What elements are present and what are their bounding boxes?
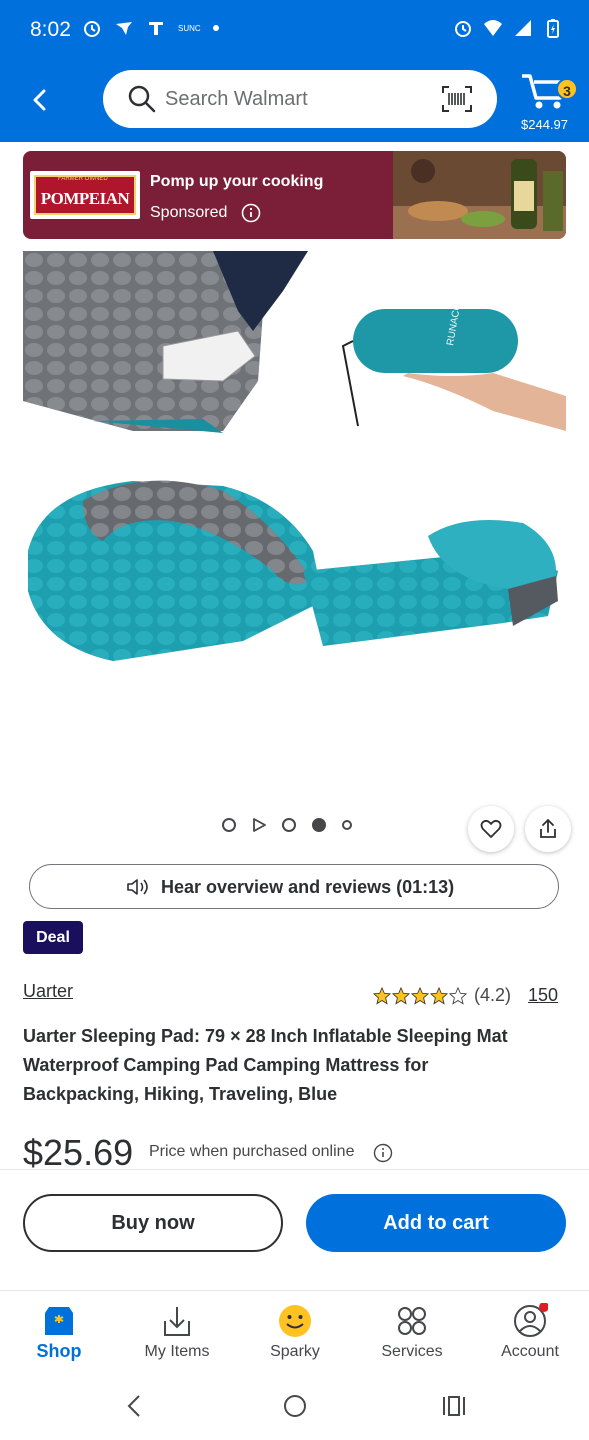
heart-icon xyxy=(480,819,502,838)
overview-label: Hear overview and reviews (01:13) xyxy=(161,877,455,897)
pompeian-logo: POMPEIAN FARMER OWNED xyxy=(30,171,140,219)
price-note: Price when purchased online xyxy=(149,1143,355,1160)
info-icon[interactable] xyxy=(373,1143,393,1163)
carrier-label: SUNC xyxy=(178,23,201,33)
share-icon xyxy=(540,818,556,838)
product-price: $25.69 xyxy=(23,1132,134,1173)
battery-icon xyxy=(547,19,559,38)
grid-circles-icon xyxy=(398,1307,426,1335)
brand-link[interactable]: Uarter xyxy=(23,981,73,1002)
back-arrow-icon[interactable] xyxy=(24,84,56,116)
share-button[interactable] xyxy=(525,806,571,852)
nav-account-label: Account xyxy=(501,1343,559,1360)
top-bar: 8:02 SUNC 3 $244.97 xyxy=(0,0,589,142)
favorite-button[interactable] xyxy=(468,806,514,852)
smiley-icon xyxy=(279,1305,311,1337)
gallery-dot[interactable] xyxy=(342,820,352,830)
alarm-icon xyxy=(455,21,471,37)
buy-now-button[interactable]: Buy now xyxy=(23,1194,283,1252)
system-back-icon[interactable] xyxy=(121,1392,149,1420)
nav-sparky[interactable]: Sparky xyxy=(240,1291,350,1375)
product-title: Uarter Sleeping Pad: 79 × 28 Inch Inflat… xyxy=(23,1026,508,1104)
review-count-link[interactable]: 150 xyxy=(528,985,558,1006)
info-icon[interactable] xyxy=(241,203,261,223)
cart-count-badge: 3 xyxy=(556,78,578,100)
user-circle-icon xyxy=(514,1303,548,1337)
star-empty-icon xyxy=(449,986,467,1005)
status-right-icons xyxy=(453,18,563,38)
star-full-icon xyxy=(411,986,429,1005)
status-time: 8:02 xyxy=(30,18,71,41)
barcode-scanner-icon[interactable] xyxy=(441,85,473,113)
star-full-icon xyxy=(392,986,410,1005)
play-icon[interactable] xyxy=(252,818,266,832)
system-recents-icon[interactable] xyxy=(440,1392,468,1420)
cart-total: $244.97 xyxy=(521,117,568,132)
search-input[interactable] xyxy=(165,82,425,116)
tmobile-icon xyxy=(149,22,163,35)
app-notification-icon xyxy=(116,22,132,35)
speaker-icon xyxy=(127,879,148,895)
star-full-icon xyxy=(373,986,391,1005)
sponsored-ad-banner[interactable]: POMPEIAN FARMER OWNED Pomp up your cooki… xyxy=(23,151,566,239)
gallery-pagination xyxy=(222,818,352,832)
nav-shop[interactable]: Shop xyxy=(4,1291,114,1375)
ad-product-photo xyxy=(393,151,566,239)
system-home-icon[interactable] xyxy=(281,1392,309,1420)
rating-value: (4.2) xyxy=(474,985,512,1005)
nav-my-items-label: My Items xyxy=(144,1343,210,1360)
nav-services-label: Services xyxy=(381,1343,443,1360)
gallery-dot[interactable] xyxy=(282,818,296,832)
alarm-icon xyxy=(84,21,100,37)
system-navigation-bar xyxy=(0,1374,589,1440)
search-bar[interactable] xyxy=(103,70,497,128)
sponsored-label: Sponsored xyxy=(150,204,228,221)
add-to-cart-button[interactable]: Add to cart xyxy=(306,1194,566,1252)
bottom-navigation: Shop My Items Sparky Services Account xyxy=(0,1290,589,1374)
purchase-action-bar: Buy now Add to cart xyxy=(0,1169,589,1290)
gallery-dot-active[interactable] xyxy=(312,818,326,832)
logo-top-text: FARMER OWNED xyxy=(58,176,108,182)
nav-sparky-label: Sparky xyxy=(270,1343,320,1360)
store-icon xyxy=(45,1307,73,1335)
nav-account[interactable]: Account xyxy=(475,1291,585,1375)
star-full-icon xyxy=(430,986,448,1005)
download-tray-icon xyxy=(164,1307,190,1336)
cell-signal-icon xyxy=(515,20,531,36)
nav-shop-label: Shop xyxy=(36,1341,82,1361)
ad-headline: Pomp up your cooking xyxy=(150,173,324,190)
deal-badge: Deal xyxy=(23,921,83,954)
product-image[interactable]: RUNACC xyxy=(23,251,566,671)
cooking-scene-image xyxy=(393,151,566,239)
nav-my-items[interactable]: My Items xyxy=(122,1291,232,1375)
star-rating[interactable]: (4.2) xyxy=(373,985,511,1006)
nav-services[interactable]: Services xyxy=(357,1291,467,1375)
hear-overview-button[interactable]: Hear overview and reviews (01:13) xyxy=(29,864,559,909)
gallery-dot[interactable] xyxy=(222,818,236,832)
more-notifications-dot xyxy=(212,25,219,31)
status-bar: 8:02 SUNC xyxy=(0,0,589,60)
search-icon xyxy=(128,85,156,113)
sleeping-pad-photo: RUNACC xyxy=(23,251,566,661)
wifi-icon xyxy=(484,20,502,36)
status-left-icons: SUNC xyxy=(82,18,219,38)
